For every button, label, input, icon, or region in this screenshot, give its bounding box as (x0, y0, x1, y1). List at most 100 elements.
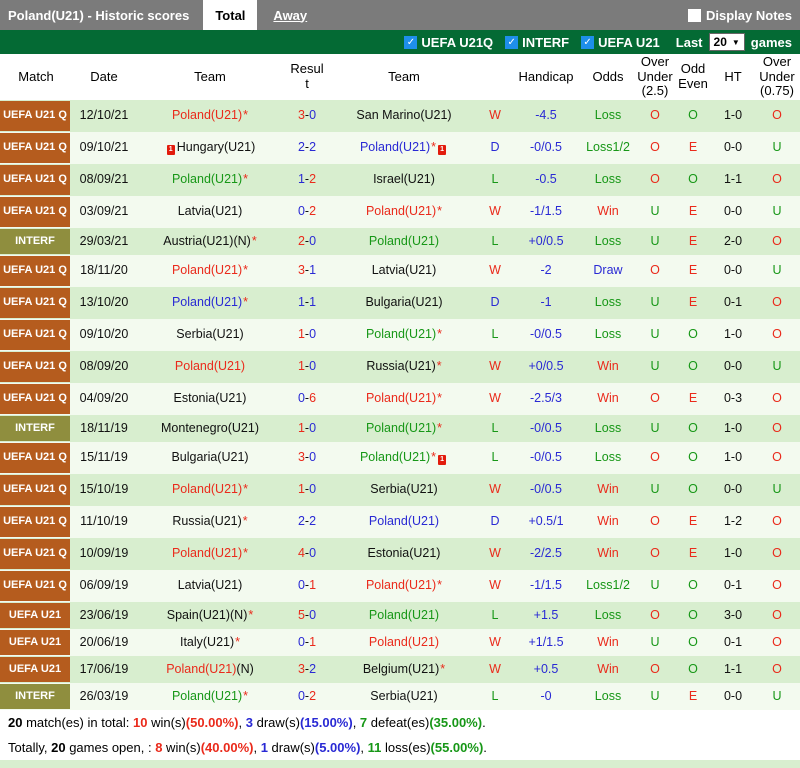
team-name: Bulgaria(U21) (365, 295, 443, 310)
odd-even-result: E (688, 391, 698, 406)
filter-interf[interactable]: ✓ INTERF (505, 35, 569, 50)
home-team: Poland(U21)(N) (136, 662, 284, 677)
home-goals: 1 (297, 295, 305, 310)
tab-total[interactable]: Total (203, 0, 258, 30)
team-name: Poland(U21) (365, 204, 437, 219)
away-team: Poland(U21)* (330, 421, 478, 436)
match-date: 26/03/19 (79, 688, 129, 703)
summary-segment: games open, : (65, 740, 156, 755)
half-time-score: 2-0 (723, 233, 743, 248)
home-goals: 1 (297, 327, 305, 342)
result-letter: W (489, 578, 501, 593)
match-date: 06/09/19 (79, 578, 129, 593)
competition-badge: UEFA U21 (0, 603, 70, 628)
home-team: Italy(U21)* (136, 635, 284, 650)
odd-even-result: O (688, 420, 698, 435)
summary-segment: win(s) (162, 740, 201, 755)
team-name: Latvia(U21) (371, 263, 437, 278)
handicap-value: -2/2.5 (530, 546, 562, 561)
away-team: San Marino(U21) (330, 108, 478, 123)
table-row: UEFA U21 Q 03/09/21 Latvia(U21) 0-2 Pola… (0, 196, 800, 228)
away-goals: 2 (309, 140, 317, 155)
tab-away[interactable]: Away (273, 8, 307, 23)
star-mark: * (242, 514, 248, 529)
table-header-row: Match Date Team Result Team Handicap Odds Over … (0, 54, 800, 100)
team-name: Serbia(U21) (176, 327, 244, 342)
odd-even-result: E (688, 233, 698, 248)
filter-uefa-u21[interactable]: ✓ UEFA U21 (581, 35, 660, 50)
column-header: Over Under (2.5) (637, 53, 673, 99)
match-date: 29/03/21 (79, 233, 129, 248)
checkbox-checked-icon[interactable]: ✓ (404, 35, 418, 49)
away-team: Bulgaria(U21) (330, 295, 478, 310)
star-mark: * (243, 263, 249, 278)
half-time-score: 1-1 (723, 661, 743, 676)
result-letter: L (491, 327, 499, 342)
away-team: Poland(U21) (330, 608, 478, 623)
away-goals: 0 (309, 482, 317, 497)
away-team: Poland(U21) (330, 514, 478, 529)
over-under-0-75-result: O (772, 661, 782, 676)
filter-uefa-u21q[interactable]: ✓ UEFA U21Q (404, 35, 493, 50)
match-date: 18/11/20 (80, 263, 128, 278)
display-notes-toggle[interactable]: Display Notes (688, 8, 792, 23)
table-row: UEFA U21 23/06/19 Spain(U21)(N)* 5-0 Pol… (0, 602, 800, 629)
home-team: Poland(U21)* (136, 546, 284, 561)
half-time-score: 0-0 (723, 263, 743, 278)
handicap-odds-result: Loss (594, 108, 622, 123)
home-team: Poland(U21)* (136, 689, 284, 704)
over-under-2-5-result: O (650, 607, 660, 622)
display-notes-checkbox-icon[interactable] (688, 8, 702, 22)
star-mark: * (431, 140, 437, 154)
over-under-2-5-result: O (650, 140, 660, 155)
away-team: Poland(U21) (330, 635, 478, 650)
match-date: 10/09/19 (79, 546, 129, 561)
away-team: Poland(U21)* 1 (330, 140, 478, 155)
half-time-score: 1-0 (723, 450, 743, 465)
team-name: Poland(U21) (365, 327, 437, 342)
away-team: Poland(U21)* (330, 578, 478, 593)
summary-segment: match(es) in total: (22, 715, 134, 730)
over-under-2-5-result: O (650, 108, 660, 123)
half-time-score: 3-0 (723, 607, 743, 622)
away-goals: 2 (309, 661, 317, 676)
checkbox-checked-icon[interactable]: ✓ (581, 35, 595, 49)
away-goals: 2 (309, 204, 317, 219)
table-row: UEFA U21 20/06/19 Italy(U21)* 0-1 Poland… (0, 629, 800, 656)
handicap-value: -1/1.5 (530, 204, 562, 219)
full-time-score: 0-6 (284, 391, 330, 406)
home-goals: 4 (297, 546, 305, 561)
summary-segment: . (482, 715, 486, 730)
full-time-score: 1-1 (284, 295, 330, 310)
handicap-odds-result: Loss1/2 (586, 578, 630, 593)
over-under-2-5-result: U (650, 295, 660, 310)
match-date: 18/11/19 (80, 420, 128, 435)
team-name: Poland(U21) (171, 482, 243, 497)
summary-segment: . (483, 740, 487, 755)
odd-even-result: E (688, 295, 698, 310)
full-time-score: 3-2 (284, 661, 330, 677)
home-goals: 1 (297, 172, 305, 187)
away-goals: 2 (309, 514, 317, 529)
result-letter: D (490, 514, 500, 529)
handicap-value: +0.5 (533, 661, 559, 676)
table-row: INTERF 18/11/19 Montenegro(U21) 1-0 Pola… (0, 415, 800, 442)
chevron-down-icon: ▼ (731, 37, 740, 47)
summary-segment: draw(s) (267, 740, 315, 755)
result-letter: W (489, 661, 501, 676)
games-label: games (750, 34, 792, 50)
half-time-score: 0-1 (723, 578, 743, 593)
checkbox-checked-icon[interactable]: ✓ (505, 35, 519, 49)
table-row: INTERF 26/03/19 Poland(U21)* 0-2 Serbia(… (0, 683, 800, 710)
full-time-score: 3-0 (284, 108, 330, 123)
home-team: Estonia(U21) (136, 391, 284, 406)
page-title: Poland(U21) - Historic scores (8, 7, 190, 23)
away-goals: 0 (309, 359, 317, 374)
match-date: 13/10/20 (79, 295, 129, 310)
summary-segment: (40.00%) (200, 740, 254, 755)
home-team: Spain(U21)(N)* (136, 608, 284, 623)
competition-badge: INTERF (0, 684, 70, 709)
competition-badge: UEFA U21 Q (0, 571, 70, 601)
over-under-0-75-result: U (772, 263, 782, 278)
last-games-select[interactable]: 20 ▼ (708, 33, 745, 51)
